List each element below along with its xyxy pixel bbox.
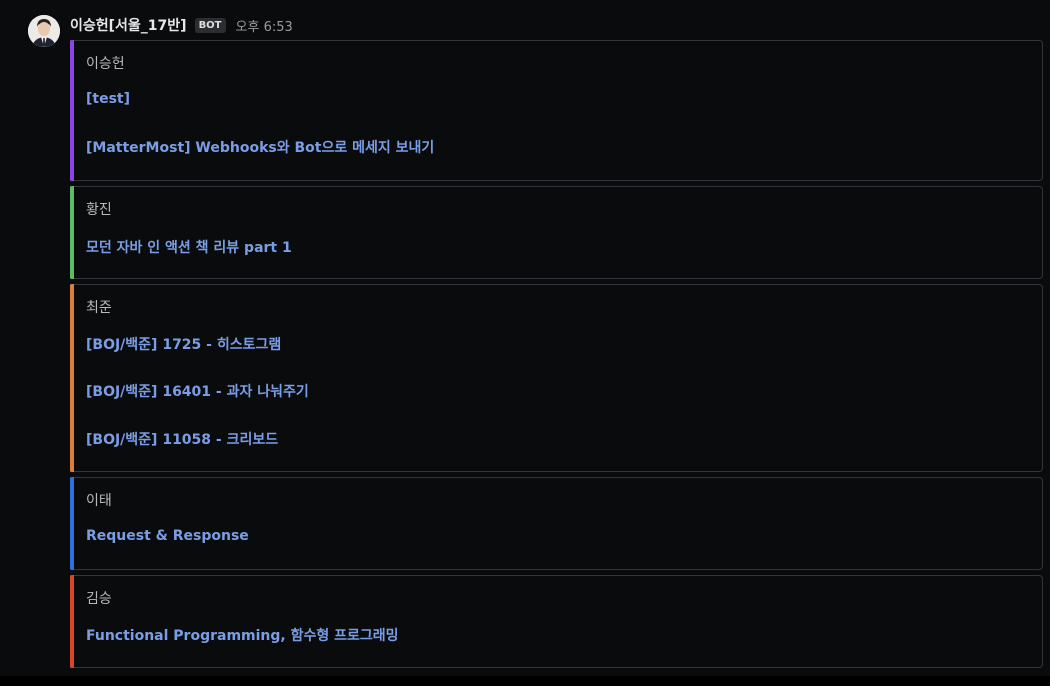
username[interactable]: 이승헌[서울_17반] bbox=[70, 15, 187, 35]
attachment-card: 황진 모던 자바 인 액션 책 리뷰 part 1 bbox=[70, 186, 1043, 279]
attachment-author: 이태 bbox=[86, 493, 112, 509]
attachment-color-bar bbox=[70, 575, 74, 668]
attachment-author: 최준 bbox=[86, 300, 112, 316]
post-link[interactable]: Functional Programming, 함수형 프로그래밍 bbox=[86, 625, 399, 645]
attachment-card: 최준 [BOJ/백준] 1725 - 히스토그램 [BOJ/백준] 16401 … bbox=[70, 284, 1043, 472]
post-link[interactable]: [BOJ/백준] 1725 - 히스토그램 bbox=[86, 334, 281, 354]
post-link[interactable]: Request & Response bbox=[86, 528, 249, 544]
timestamp[interactable]: 오후 6:53 bbox=[236, 16, 293, 35]
attachment-author: 황진 bbox=[86, 202, 112, 218]
attachment-author: 김승 bbox=[86, 591, 112, 607]
attachment-author: 이승헌 bbox=[86, 56, 125, 72]
bot-badge: BOT bbox=[194, 17, 226, 33]
attachment-color-bar bbox=[70, 284, 74, 472]
post-link[interactable]: [BOJ/백준] 16401 - 과자 나눠주기 bbox=[86, 381, 309, 401]
attachment-color-bar bbox=[70, 186, 74, 279]
post-header: 이승헌[서울_17반] BOT 오후 6:53 bbox=[70, 14, 293, 36]
post-link[interactable]: [BOJ/백준] 11058 - 크리보드 bbox=[86, 429, 278, 449]
post-link[interactable]: 모던 자바 인 액션 책 리뷰 part 1 bbox=[86, 237, 292, 257]
bottom-edge bbox=[0, 676, 1050, 686]
post-link[interactable]: [MatterMost] Webhooks와 Bot으로 메세지 보내기 bbox=[86, 137, 434, 157]
attachment-color-bar bbox=[70, 477, 74, 570]
attachment-card: 김승 Functional Programming, 함수형 프로그래밍 bbox=[70, 575, 1043, 668]
post-link[interactable]: [test] bbox=[86, 91, 130, 107]
attachment-card: 이태 Request & Response bbox=[70, 477, 1043, 570]
message-post: 이승헌[서울_17반] BOT 오후 6:53 이승헌 [test] [Matt… bbox=[0, 0, 1050, 686]
avatar[interactable] bbox=[28, 15, 60, 47]
attachment-card: 이승헌 [test] [MatterMost] Webhooks와 Bot으로 … bbox=[70, 40, 1043, 181]
attachment-color-bar bbox=[70, 40, 74, 181]
